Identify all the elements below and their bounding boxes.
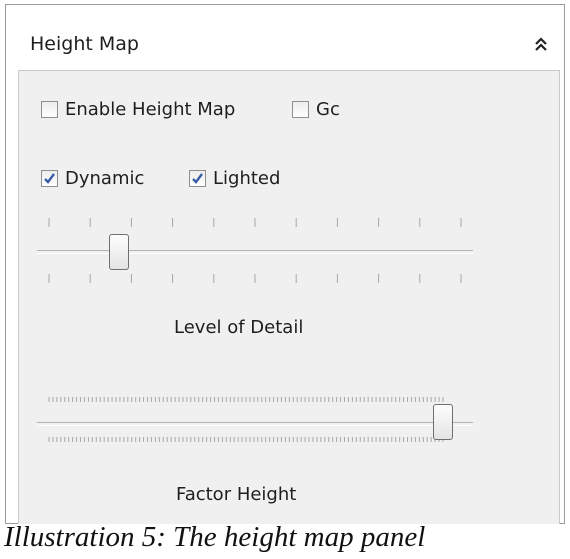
panel-body: Enable Height Map Gc Dynamic Lighted Lev…	[18, 70, 560, 524]
lighted-checkbox[interactable]: Lighted	[189, 168, 280, 189]
dynamic-box[interactable]	[41, 170, 58, 187]
check-icon	[44, 173, 55, 184]
level-of-detail-slider[interactable]	[37, 213, 473, 289]
lighted-box[interactable]	[189, 170, 206, 187]
factor-height-track[interactable]	[37, 422, 473, 426]
gc-checkbox[interactable]: Gc	[292, 99, 340, 120]
panel-header[interactable]: Height Map	[16, 21, 564, 71]
level-of-detail-label: Level of Detail	[174, 317, 304, 338]
factor-height-thumb[interactable]	[433, 404, 453, 440]
double-chevron-up-icon[interactable]	[532, 35, 550, 55]
figure-caption: Illustration 5: The height map panel	[4, 521, 426, 553]
factor-height-label: Factor Height	[176, 484, 297, 505]
check-icon	[192, 173, 203, 184]
lighted-label: Lighted	[213, 168, 281, 189]
factor-height-slider[interactable]	[37, 389, 473, 459]
enable-height-map-label: Enable Height Map	[65, 99, 236, 120]
gc-label: Gc	[316, 99, 340, 120]
dynamic-checkbox[interactable]: Dynamic	[41, 168, 144, 189]
enable-height-map-checkbox[interactable]: Enable Height Map	[41, 99, 235, 120]
level-of-detail-thumb[interactable]	[109, 234, 130, 270]
panel-title: Height Map	[30, 33, 139, 55]
level-of-detail-track[interactable]	[37, 250, 473, 254]
gc-box[interactable]	[292, 101, 309, 118]
enable-height-map-box[interactable]	[41, 101, 58, 118]
dynamic-label: Dynamic	[65, 168, 145, 189]
